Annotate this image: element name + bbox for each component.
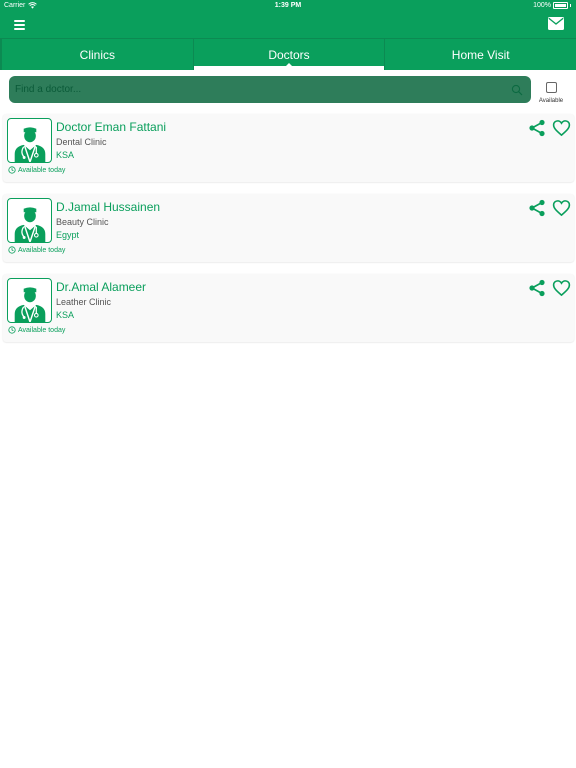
clock-icon [8,166,16,174]
nav-bar [0,12,576,38]
clock-icon [8,326,16,334]
battery-percent: 100% [533,2,551,9]
tab-home-visit-label: Home Visit [451,47,510,62]
tab-doctors-label: Doctors [268,47,310,62]
tab-bar: Clinics Doctors Home Visit [0,38,576,70]
heart-icon[interactable] [552,279,571,297]
availability-label: Available today [18,166,66,174]
available-label: Available [538,98,564,104]
doctor-country: KSA [56,310,75,320]
availability-status: Available today [8,166,65,174]
battery-group: 100% [533,2,571,9]
share-icon[interactable] [528,279,546,297]
status-time: 1:39 PM [274,2,302,9]
doctor-card[interactable]: Doctor Eman Fattani Dental Clinic KSA Av… [3,114,574,182]
available-checkbox[interactable] [545,82,557,93]
search-icon[interactable] [511,84,523,96]
availability-label: Available today [18,246,66,254]
doctor-country: KSA [56,150,75,160]
envelope-icon[interactable] [548,17,564,30]
availability-label: Available today [18,326,66,334]
doctor-name: Dr.Amal Alameer [56,280,147,294]
availability-status: Available today [8,326,65,334]
app-root: Carrier 1:39 PM 100% Clinics Doctors Hom… [0,0,576,768]
tab-clinics[interactable]: Clinics [0,39,193,70]
doctor-card[interactable]: Dr.Amal Alameer Leather Clinic KSA Avail… [3,274,574,342]
heart-icon[interactable] [552,199,571,217]
tab-home-visit[interactable]: Home Visit [384,39,576,70]
status-bar: Carrier 1:39 PM 100% [0,0,576,12]
share-icon[interactable] [528,119,546,137]
heart-icon[interactable] [552,119,571,137]
available-filter[interactable]: Available [537,80,565,104]
doctor-clinic: Dental Clinic [56,137,107,147]
availability-status: Available today [8,246,65,254]
doctor-list: Doctor Eman Fattani Dental Clinic KSA Av… [3,114,574,354]
tab-doctors[interactable]: Doctors [192,39,385,70]
share-icon[interactable] [528,199,546,217]
battery-icon [553,2,568,9]
search-bar [9,76,531,103]
tab-clinics-label: Clinics [79,47,115,62]
battery-cap [570,4,571,7]
clock-icon [8,246,16,254]
hamburger-menu-icon[interactable] [13,18,26,30]
doctor-country: Egypt [56,230,80,240]
doctor-name: D.Jamal Hussainen [56,200,161,214]
doctor-clinic: Leather Clinic [56,297,112,307]
doctor-clinic: Beauty Clinic [56,217,109,227]
search-input[interactable] [15,76,511,103]
doctor-card[interactable]: D.Jamal Hussainen Beauty Clinic Egypt Av… [3,194,574,262]
doctor-avatar-icon [7,278,52,323]
doctor-avatar-icon [7,118,52,163]
doctor-avatar-icon [7,198,52,243]
doctor-name: Doctor Eman Fattani [56,120,167,134]
